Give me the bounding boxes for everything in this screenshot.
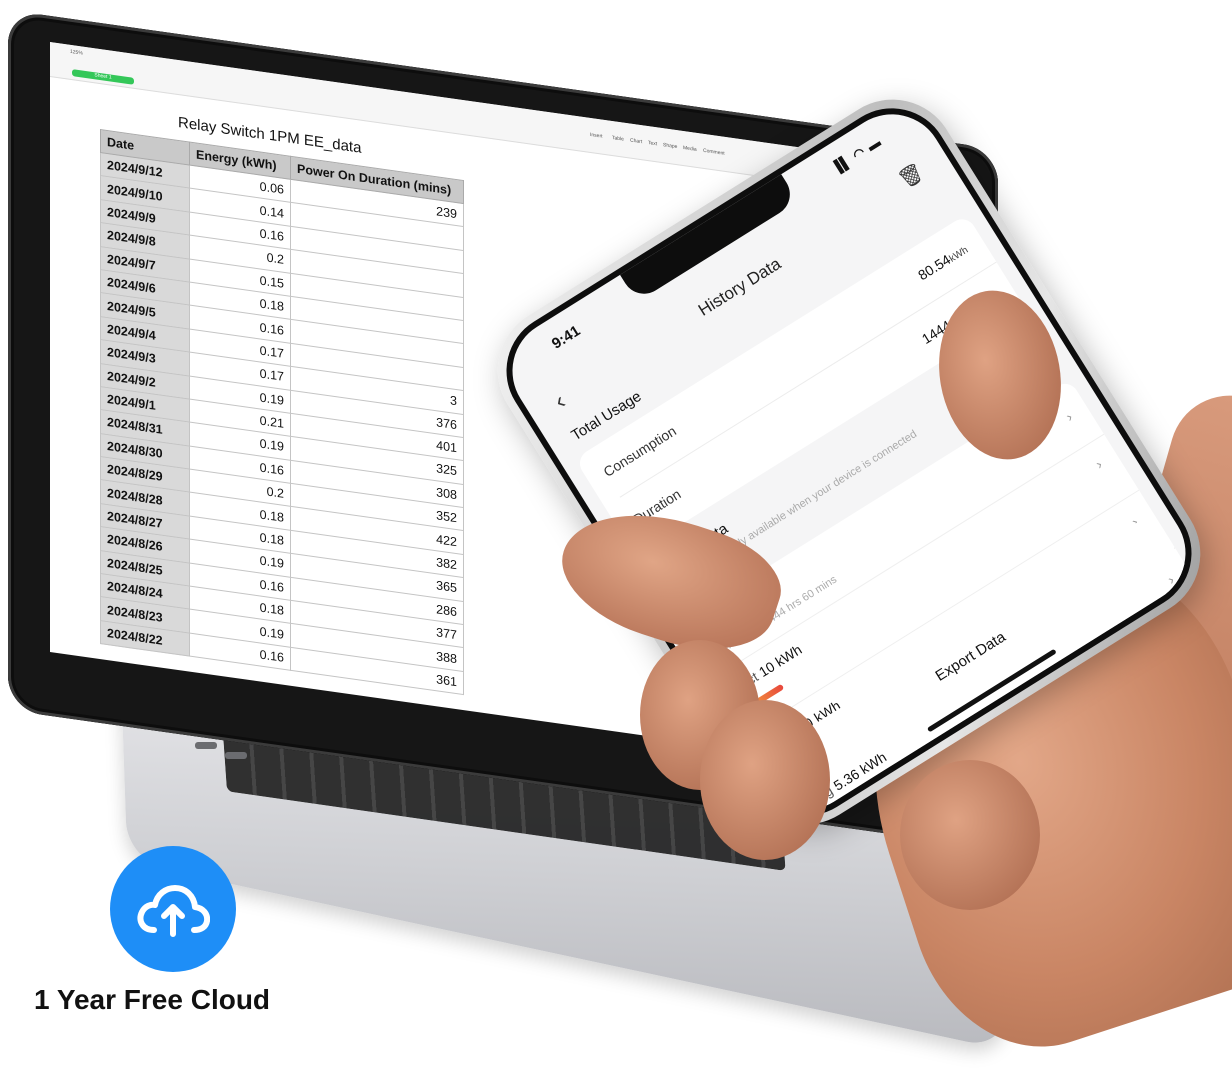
toolbar-text[interactable]: Text (648, 140, 657, 147)
hand-finger (900, 760, 1040, 910)
data-table: Date Energy (kWh) Power On Duration (min… (100, 129, 464, 695)
usb-c-port (195, 742, 217, 749)
toolbar-insert[interactable]: Insert (590, 132, 603, 140)
hand-finger (700, 700, 830, 860)
consumption-label: Consumption (600, 422, 679, 480)
chevron-right-icon: › (1164, 571, 1177, 588)
toolbar-comment[interactable]: Comment (703, 148, 725, 157)
consumption-value: 80.54kWh (915, 244, 971, 284)
cloud-upload-badge (110, 846, 236, 972)
cloud-caption: 1 Year Free Cloud (34, 984, 271, 1015)
sheet-tab[interactable]: Sheet 1 (72, 69, 134, 85)
toolbar-media[interactable]: Media (683, 145, 697, 153)
zoom-level[interactable]: 125% (70, 49, 83, 57)
status-time: 9:41 (548, 322, 584, 353)
toolbar-table[interactable]: Table (612, 135, 624, 143)
toolbar-shape[interactable]: Shape (663, 142, 677, 150)
usb-c-port (225, 752, 247, 759)
cloud-upload-icon (137, 885, 210, 937)
chevron-right-icon: › (1092, 455, 1105, 473)
toolbar-chart[interactable]: Chart (630, 138, 642, 146)
signal-wifi-battery-icon: ▐▌ ◠ ▬ (828, 133, 885, 177)
chevron-right-icon: › (1062, 408, 1076, 425)
table-body: 2024/9/12 0.06 239 2024/9/10 0.14 2024/9/9 0.1… (100, 152, 464, 695)
